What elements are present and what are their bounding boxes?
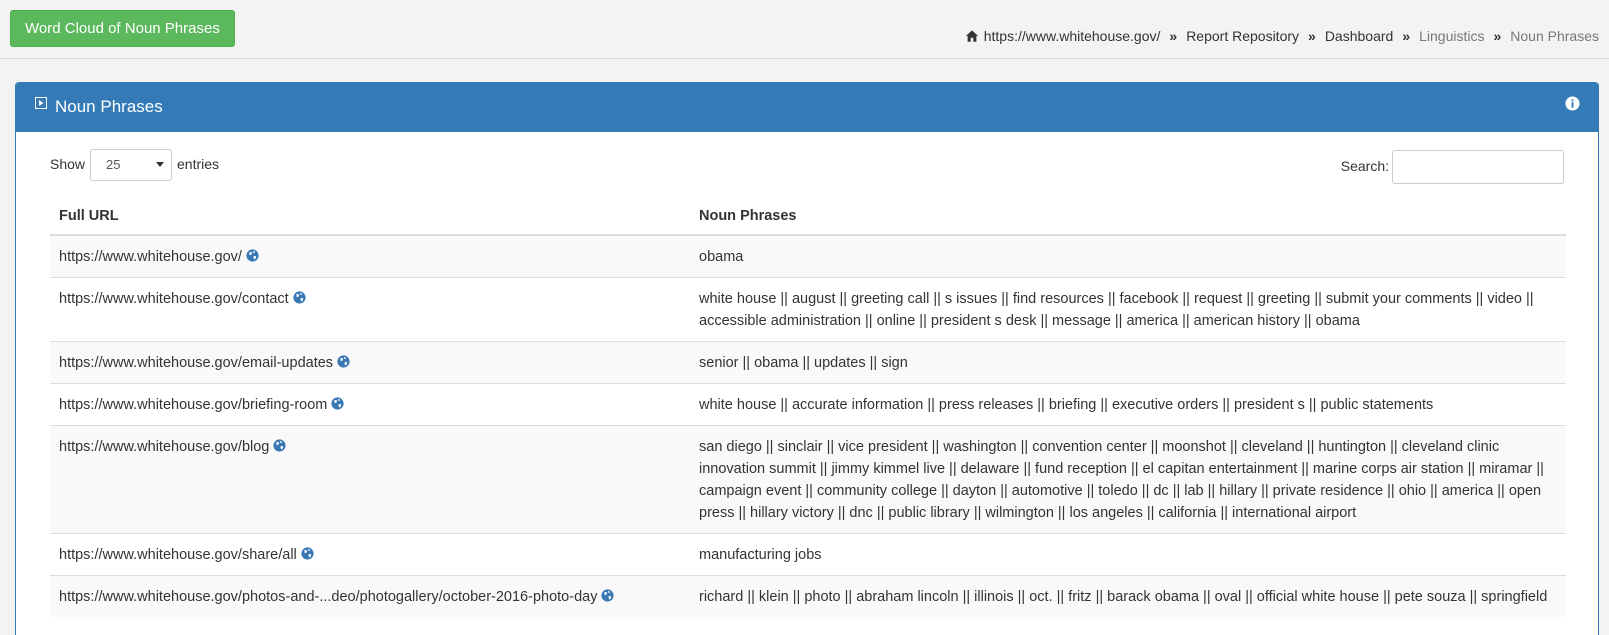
- breadcrumb-separator: »: [1402, 28, 1411, 44]
- url-text: https://www.whitehouse.gov/contact: [59, 291, 289, 307]
- url-text: https://www.whitehouse.gov/briefing-room: [59, 397, 328, 413]
- top-bar: Word Cloud of Noun Phrases https://www.w…: [0, 0, 1609, 59]
- noun-phrases-table: Full URL Noun Phrases https://www.whiteh…: [50, 197, 1566, 617]
- noun-phrases-cell: richard || klein || photo || abraham lin…: [690, 575, 1566, 617]
- table-row: https://www.whitehouse.gov/share/all manu…: [50, 533, 1566, 576]
- table-row: https://www.whitehouse.gov/obama: [50, 234, 1566, 278]
- table-header-row: Full URL Noun Phrases: [50, 197, 1566, 236]
- url-text: https://www.whitehouse.gov/: [59, 249, 242, 265]
- table-row: https://www.whitehouse.gov/contact white …: [50, 277, 1566, 342]
- word-cloud-button[interactable]: Word Cloud of Noun Phrases: [10, 10, 235, 47]
- url-cell: https://www.whitehouse.gov/briefing-room: [50, 383, 690, 426]
- breadcrumb-separator: »: [1308, 28, 1316, 44]
- globe-icon[interactable]: [337, 355, 350, 368]
- breadcrumb: https://www.whitehouse.gov/ » Report Repos…: [965, 28, 1599, 44]
- url-text: https://www.whitehouse.gov/photos-and-..…: [59, 589, 598, 605]
- globe-icon[interactable]: [273, 439, 286, 452]
- home-icon[interactable]: [965, 29, 979, 43]
- noun-phrases-cell: obama: [690, 234, 1566, 278]
- url-text: https://www.whitehouse.gov/share/all: [59, 547, 297, 563]
- breadcrumb-separator: »: [1493, 28, 1502, 44]
- breadcrumb-item[interactable]: https://www.whitehouse.gov/: [984, 28, 1161, 44]
- table-controls: Show 25 entries Search:: [50, 149, 1564, 184]
- chevron-down-icon: [156, 162, 164, 167]
- collapse-toggle-icon[interactable]: [35, 97, 47, 109]
- breadcrumb-item[interactable]: Report Repository: [1186, 28, 1299, 44]
- breadcrumb-item[interactable]: Dashboard: [1325, 28, 1394, 44]
- breadcrumb-separator: »: [1169, 28, 1178, 44]
- entries-label: entries: [177, 156, 220, 172]
- info-icon[interactable]: [1565, 96, 1580, 111]
- globe-icon[interactable]: [331, 397, 344, 410]
- globe-icon[interactable]: [301, 547, 314, 560]
- panel-title: Noun Phrases: [55, 97, 163, 116]
- noun-phrases-cell: manufacturing jobs: [690, 533, 1566, 576]
- page-length-select[interactable]: 25: [90, 149, 172, 181]
- breadcrumb-item: Linguistics: [1419, 28, 1485, 44]
- page-length-value: 25: [106, 157, 121, 172]
- noun-phrases-panel: Noun Phrases Show 25 entries Search: Ful…: [15, 82, 1599, 635]
- globe-icon[interactable]: [601, 589, 615, 602]
- table-body: https://www.whitehouse.gov/obama https://…: [50, 234, 1566, 617]
- panel-heading: Noun Phrases: [16, 83, 1598, 132]
- table-row: https://www.whitehouse.gov/blog san diego…: [50, 425, 1566, 534]
- url-text: https://www.whitehouse.gov/blog: [59, 439, 270, 455]
- globe-icon[interactable]: [293, 291, 306, 304]
- url-cell: https://www.whitehouse.gov/photos-and-..…: [50, 575, 690, 617]
- url-text: https://www.whitehouse.gov/email-updates: [59, 355, 334, 371]
- column-header-noun-phrases[interactable]: Noun Phrases: [690, 197, 1566, 236]
- table-row: https://www.whitehouse.gov/email-updates…: [50, 341, 1566, 384]
- noun-phrases-cell: san diego || sinclair || vice president …: [690, 425, 1566, 534]
- column-header-full-url[interactable]: Full URL: [50, 197, 690, 236]
- search-input[interactable]: [1392, 150, 1564, 184]
- show-label: Show: [50, 156, 86, 172]
- url-cell: https://www.whitehouse.gov/email-updates: [50, 341, 690, 384]
- search-label: Search:: [1340, 158, 1389, 174]
- noun-phrases-cell: senior || obama || updates || sign: [690, 341, 1566, 384]
- url-cell: https://www.whitehouse.gov/blog: [50, 425, 690, 534]
- url-cell: https://www.whitehouse.gov/: [50, 234, 690, 278]
- table-row: https://www.whitehouse.gov/briefing-room…: [50, 383, 1566, 426]
- noun-phrases-cell: white house || august || greeting call |…: [690, 277, 1566, 342]
- url-cell: https://www.whitehouse.gov/contact: [50, 277, 690, 342]
- breadcrumb-item: Noun Phrases: [1510, 28, 1599, 44]
- url-cell: https://www.whitehouse.gov/share/all: [50, 533, 690, 576]
- noun-phrases-cell: white house || accurate information || p…: [690, 383, 1566, 426]
- globe-icon[interactable]: [246, 249, 259, 262]
- table-row: https://www.whitehouse.gov/photos-and-..…: [50, 575, 1566, 617]
